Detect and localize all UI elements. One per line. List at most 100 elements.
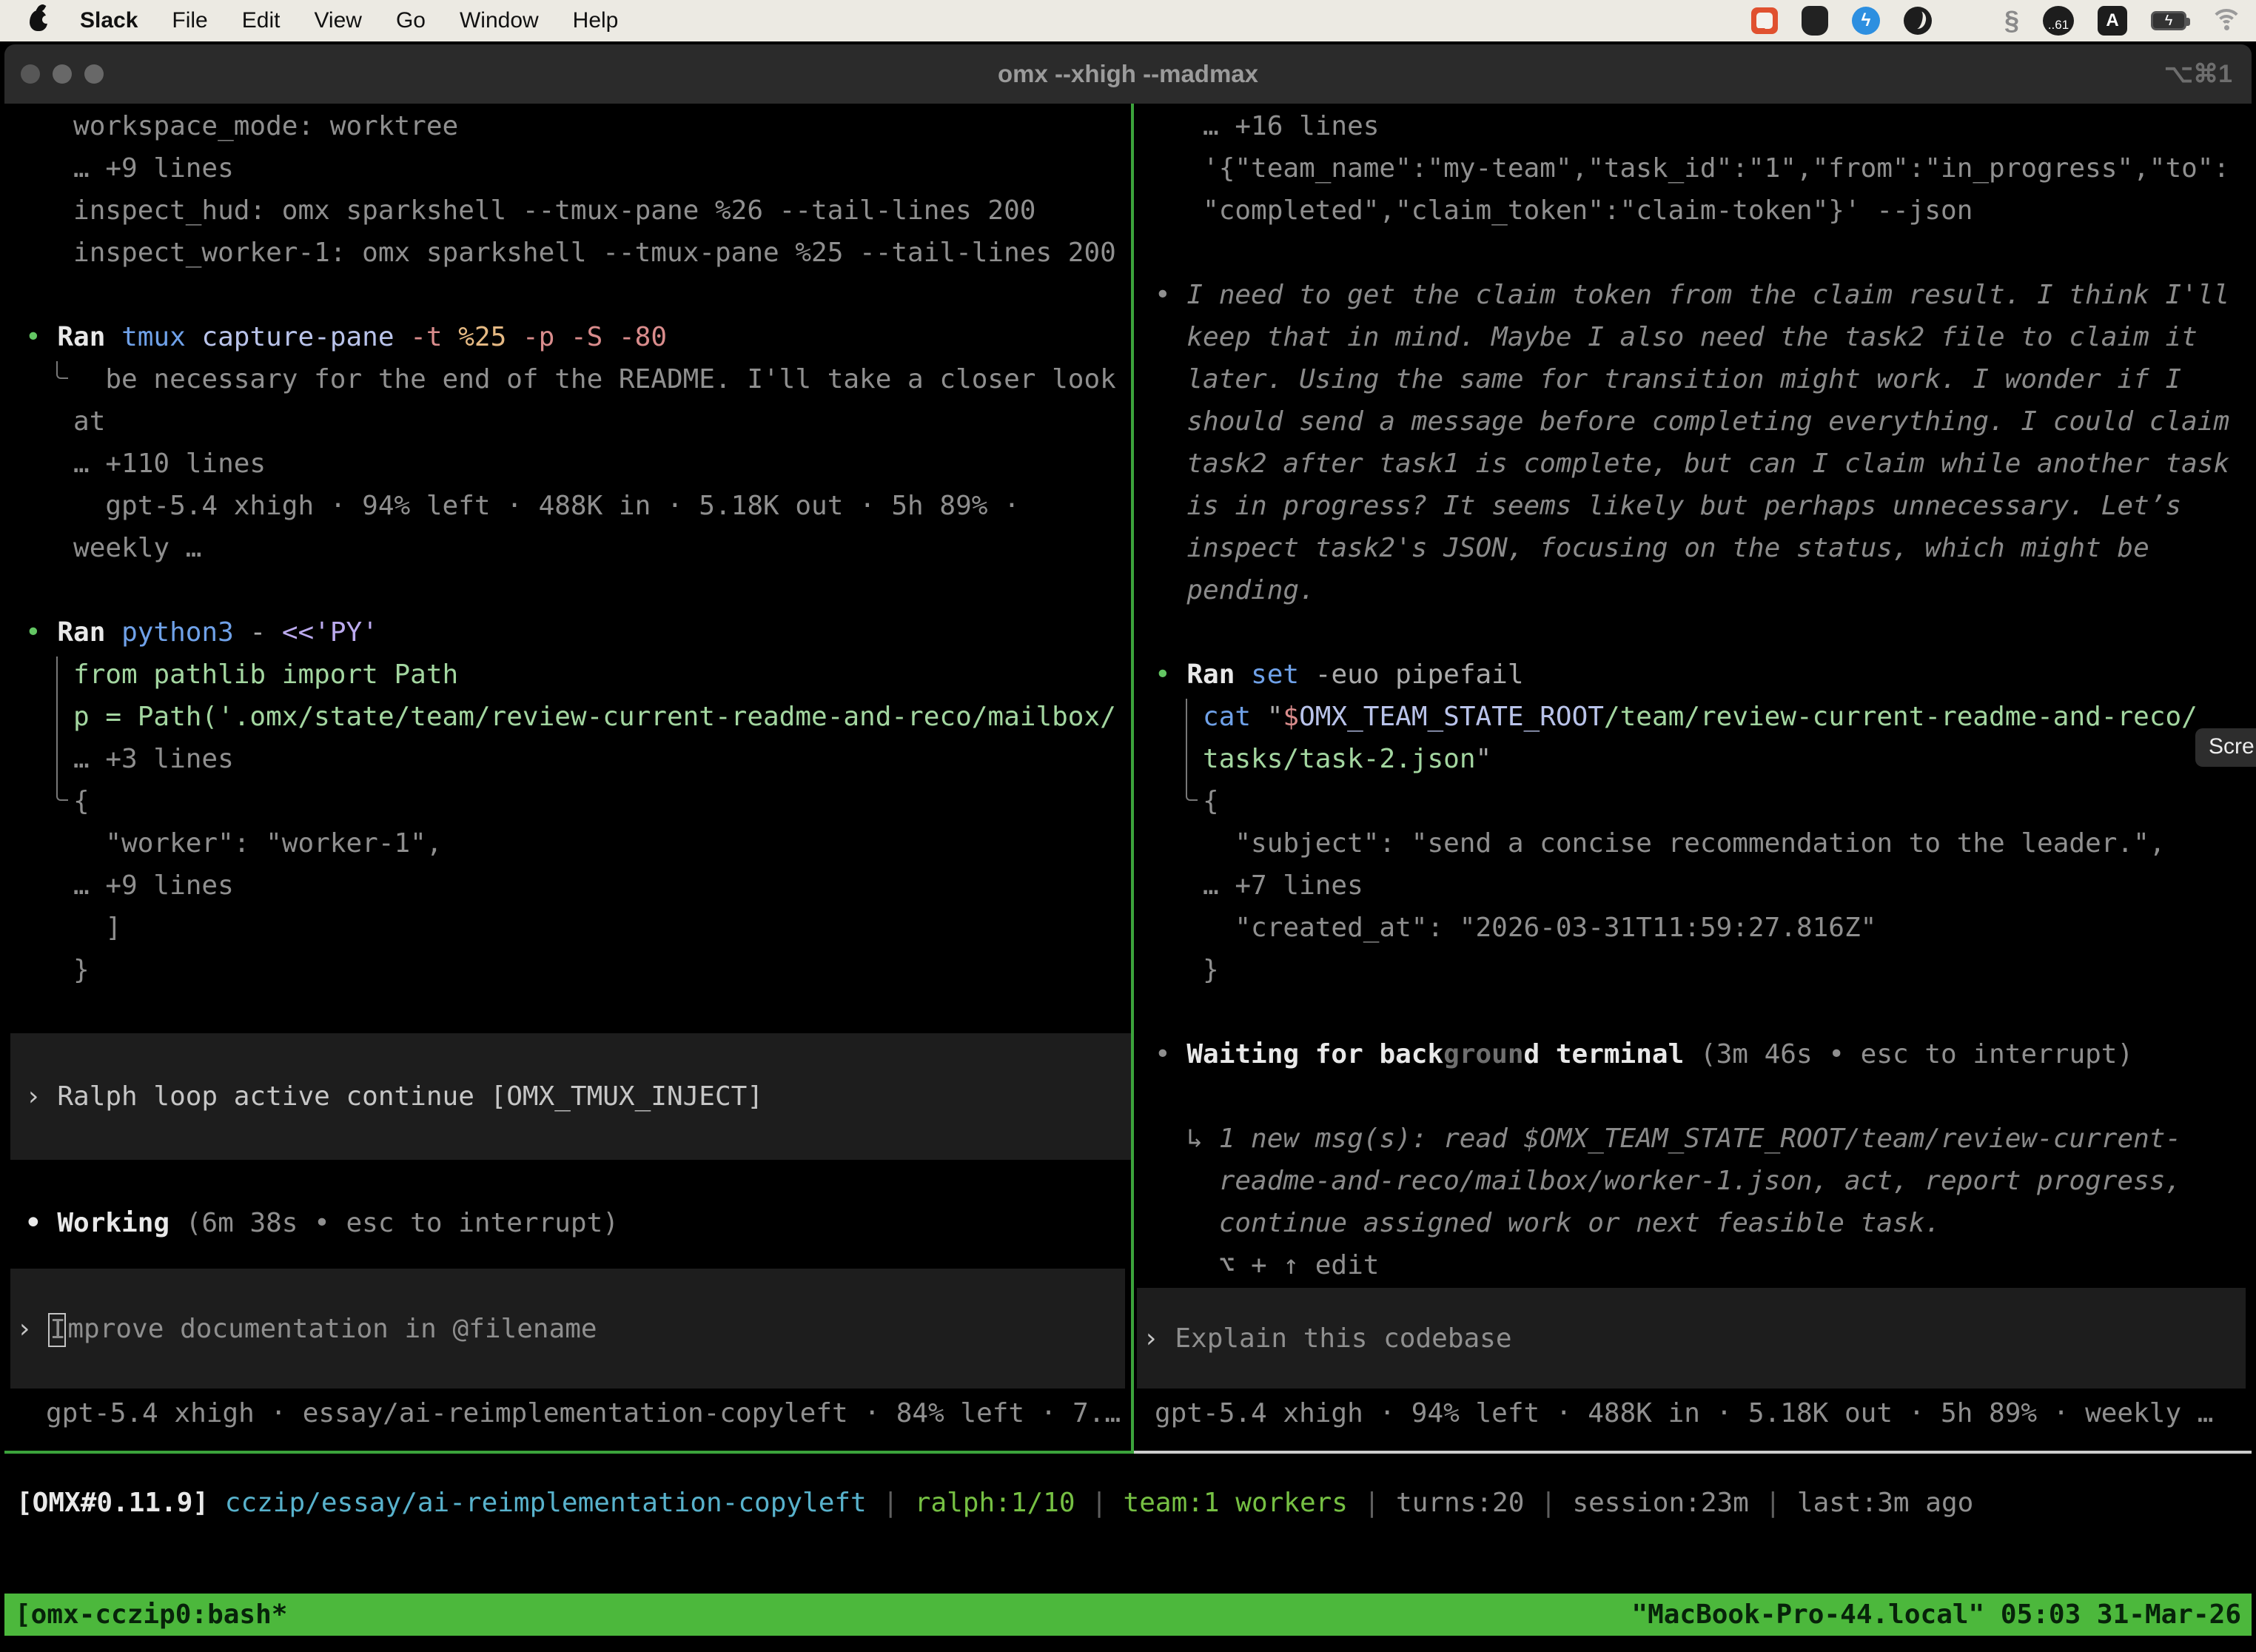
terminal-text: -80 xyxy=(619,322,667,352)
terminal-text: • xyxy=(25,617,57,648)
minimize-button[interactable] xyxy=(53,64,72,84)
traffic-lights xyxy=(21,64,104,84)
terminal-line: } xyxy=(25,949,1131,991)
terminal-line: ↳ 1 new msg(s): read $OMX_TEAM_STATE_ROO… xyxy=(1155,1118,2252,1160)
battery-icon[interactable]: ϟ xyxy=(2151,11,2186,30)
terminal-line: readme-and-reco/mailbox/worker-1.json, a… xyxy=(1155,1160,2252,1202)
terminal-text: -euo xyxy=(1315,659,1395,690)
window-title: omx --xhigh --madmax xyxy=(998,60,1258,88)
pane-divider[interactable] xyxy=(1131,104,1134,1454)
terminal-output: workspace_mode: worktree … +9 lines insp… xyxy=(25,105,1131,1244)
right-terminal-pane[interactable]: … +16 lines '{"team_name":"my-team","tas… xyxy=(1134,104,2252,1451)
window-title-bar[interactable]: omx --xhigh --madmax ⌥⌘1 xyxy=(4,44,2252,104)
prompt-input[interactable]: › Explain this codebase xyxy=(1137,1288,2246,1389)
session-status-line: gpt-5.4 xhigh · 94% left · 488K in · 5.1… xyxy=(1155,1392,2252,1434)
active-pane-border xyxy=(4,1451,1131,1454)
menu-item-edit[interactable]: Edit xyxy=(242,8,281,33)
terminal-text: -p xyxy=(523,322,571,352)
screen-tooltip: Scre xyxy=(2195,728,2256,767)
terminal-text: › xyxy=(16,1314,48,1344)
terminal-text: "worker": "worker-1", xyxy=(25,828,443,859)
terminal-window: omx --xhigh --madmax ⌥⌘1 workspace_mode:… xyxy=(4,44,2252,1652)
badge-61-icon[interactable]: ..61 xyxy=(2043,6,2074,36)
terminal-text: d terminal xyxy=(1524,1039,1685,1070)
terminal-line: gpt-5.4 xhigh · 94% left · 488K in · 5.1… xyxy=(25,485,1131,527)
terminal-text: pipefail xyxy=(1395,659,1523,690)
terminal-text: task2 after task1 is complete, but can I… xyxy=(1155,449,2229,479)
terminal-text: • xyxy=(25,1208,57,1238)
terminal-line xyxy=(1155,232,2252,274)
terminal-line: › Ralph loop active continue [OMX_TMUX_I… xyxy=(10,1033,1131,1160)
input-source-icon[interactable]: A xyxy=(2098,6,2127,36)
terminal-text: - xyxy=(249,617,281,648)
terminal-line: • Ran tmux capture-pane -t %25 -p -S -80 xyxy=(25,316,1131,358)
terminal-text: is in progress? It seems likely but perh… xyxy=(1155,491,2181,521)
terminal-text: at xyxy=(25,406,105,437)
menu-item-slack[interactable]: Slack xyxy=(80,8,138,33)
terminal-line: [OMX#0.11.9] cczip/essay/ai-reimplementa… xyxy=(16,1482,2240,1524)
terminal-line: ⌥ + ↑ edit xyxy=(1155,1244,2252,1286)
apple-icon[interactable] xyxy=(30,10,47,31)
menu-item-view[interactable]: View xyxy=(314,8,361,33)
terminal-text: (3m 46s • esc to interrupt) xyxy=(1684,1039,2133,1070)
terminal-text: Ran xyxy=(1186,659,1251,690)
terminal-line: is in progress? It seems likely but perh… xyxy=(1155,485,2252,527)
terminal-text: cczip/essay/ai-reimplementation-copyleft xyxy=(225,1488,867,1518)
terminal-text: • xyxy=(25,322,57,352)
terminal-text: cat xyxy=(1203,702,1267,732)
zoom-button[interactable] xyxy=(84,64,104,84)
screen-record-icon[interactable] xyxy=(1751,7,1778,34)
terminal-text: Ran xyxy=(57,322,121,352)
terminal-output: … +16 lines '{"team_name":"my-team","tas… xyxy=(1155,105,2252,1286)
terminal-text: from pathlib import Path xyxy=(25,659,458,690)
close-button[interactable] xyxy=(21,64,40,84)
terminal-line: ] xyxy=(25,907,1131,949)
terminal-text: turns:20 xyxy=(1396,1488,1524,1518)
tool-call-guide xyxy=(56,657,68,801)
terminal-line: › Improve documentation in @filename xyxy=(16,1308,597,1350)
prompt-input[interactable]: › Improve documentation in @filename xyxy=(10,1269,1125,1389)
terminal-line: • Working (6m 38s • esc to interrupt) xyxy=(25,1202,1131,1244)
grid-shield-icon[interactable] xyxy=(1802,6,1828,36)
terminal-line: "created_at": "2026-03-31T11:59:27.816Z" xyxy=(1155,907,2252,949)
terminal-text: mprove documentation in @filename xyxy=(67,1314,597,1344)
terminal-text: Waiting for back xyxy=(1186,1039,1443,1070)
squiggle-icon[interactable]: § xyxy=(2004,5,2019,36)
menu-item-file[interactable]: File xyxy=(172,8,207,33)
terminal-line: "subject": "send a concise recommendatio… xyxy=(1155,822,2252,864)
terminal-text: | xyxy=(867,1488,915,1518)
terminal-text: groun xyxy=(1443,1039,1523,1070)
terminal-line: workspace_mode: worktree xyxy=(25,105,1131,147)
session-status-line: gpt-5.4 xhigh · essay/ai-reimplementatio… xyxy=(46,1392,1131,1434)
terminal-text: p = Path('.omx/state/team/review-current… xyxy=(25,702,1116,732)
terminal-text: ↳ xyxy=(1155,1124,1219,1154)
menu-item-go[interactable]: Go xyxy=(396,8,426,33)
terminal-text: | xyxy=(1524,1488,1572,1518)
terminal-text: last:3m ago xyxy=(1797,1488,1973,1518)
dots-grid-icon[interactable] xyxy=(1955,8,1981,33)
terminal-line: '{"team_name":"my-team","task_id":"1","f… xyxy=(1155,147,2252,189)
terminal-text: … +110 lines xyxy=(25,449,266,479)
terminal-text: ralph:1/10 xyxy=(915,1488,1075,1518)
terminal-line: later. Using the same for transition mig… xyxy=(1155,358,2252,400)
terminal-text: set xyxy=(1251,659,1315,690)
terminal-text: session:23m xyxy=(1572,1488,1748,1518)
terminal-line: be necessary for the end of the README. … xyxy=(25,358,1131,400)
terminal-text: | xyxy=(1075,1488,1124,1518)
terminal-line: at xyxy=(25,400,1131,443)
menu-item-window[interactable]: Window xyxy=(460,8,539,33)
terminal-text: pending. xyxy=(1155,575,1315,605)
dark-crescent-icon[interactable] xyxy=(1904,7,1932,35)
blue-bolt-icon[interactable]: ϟ xyxy=(1852,7,1880,35)
left-terminal-pane[interactable]: workspace_mode: worktree … +9 lines insp… xyxy=(4,104,1131,1451)
terminal-line xyxy=(25,991,1131,1033)
terminal-text: … +16 lines xyxy=(1155,111,1379,141)
wifi-icon[interactable] xyxy=(2210,9,2243,33)
terminal-line: • Waiting for background terminal (3m 46… xyxy=(1155,1033,2252,1075)
terminal-text: python3 xyxy=(121,617,249,648)
terminal-text: › Ralph loop active continue [OMX_TMUX_I… xyxy=(25,1081,763,1112)
menu-item-help[interactable]: Help xyxy=(573,8,619,33)
terminal-line: from pathlib import Path xyxy=(25,654,1131,696)
terminal-text: ⌥ + ↑ edit xyxy=(1155,1250,1379,1280)
terminal-line: weekly … xyxy=(25,527,1131,569)
